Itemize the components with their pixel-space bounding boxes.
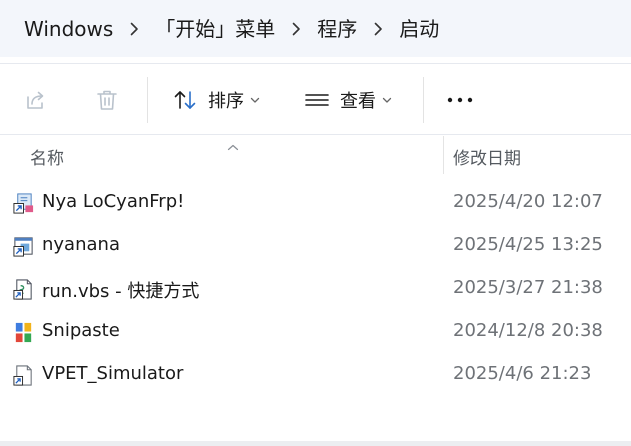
blank-shortcut-icon xyxy=(13,365,32,386)
script-shortcut-icon xyxy=(13,279,32,300)
more-options-button[interactable] xyxy=(446,86,474,114)
file-date-modified: 2025/4/25 13:25 xyxy=(453,234,603,255)
list-item[interactable]: run.vbs - 快捷方式 2025/3/27 21:38 xyxy=(0,268,631,311)
file-name: run.vbs - 快捷方式 xyxy=(42,281,200,302)
trash-icon xyxy=(97,90,117,110)
toolbar-divider xyxy=(423,77,424,123)
command-bar: 排序 查看 xyxy=(0,63,631,135)
toolbar-divider xyxy=(147,77,148,123)
horizontal-scrollbar-track[interactable] xyxy=(0,441,631,446)
chevron-right-icon[interactable] xyxy=(113,17,155,41)
list-item[interactable]: Nya LoCyanFrp! 2025/4/20 12:07 xyxy=(0,182,631,225)
list-view-icon xyxy=(305,94,329,106)
sort-button[interactable]: 排序 xyxy=(172,86,260,114)
chevron-right-icon[interactable] xyxy=(357,17,399,41)
chevron-right-icon[interactable] xyxy=(275,17,317,41)
sort-ascending-caret-icon xyxy=(227,136,239,155)
column-header-date-modified[interactable]: 修改日期 xyxy=(453,144,521,169)
file-date-modified: 2025/3/27 21:38 xyxy=(453,277,603,298)
breadcrumb-item-start-menu[interactable]: 「开始」菜单 xyxy=(155,17,275,41)
chevron-down-icon xyxy=(250,97,260,104)
list-item[interactable]: Snipaste 2024/12/8 20:38 xyxy=(0,311,631,354)
breadcrumb-item-windows[interactable]: Windows xyxy=(24,17,113,41)
file-date-modified: 2025/4/20 12:07 xyxy=(453,191,603,212)
file-explorer-window: Windows 「开始」菜单 程序 启动 排序 查看 名称 修改日期 Nya L… xyxy=(0,0,631,446)
file-list: Nya LoCyanFrp! 2025/4/20 12:07 nyanana 2… xyxy=(0,182,631,397)
breadcrumb[interactable]: Windows 「开始」菜单 程序 启动 xyxy=(0,0,631,57)
view-button-label: 查看 xyxy=(340,91,376,112)
sort-button-label: 排序 xyxy=(208,91,244,112)
file-name: Nya LoCyanFrp! xyxy=(42,191,185,212)
file-name: nyanana xyxy=(42,234,120,255)
breadcrumb-item-programs[interactable]: 程序 xyxy=(317,17,357,41)
more-horizontal-icon xyxy=(447,97,473,103)
column-header-name[interactable]: 名称 xyxy=(30,144,64,169)
delete-button[interactable] xyxy=(93,86,121,114)
file-name: VPET_Simulator xyxy=(42,363,184,384)
share-button[interactable] xyxy=(21,86,49,114)
column-resize-handle[interactable] xyxy=(443,136,444,174)
app-shortcut-icon xyxy=(13,193,34,214)
column-header: 名称 修改日期 xyxy=(0,136,631,176)
snipaste-icon xyxy=(15,322,32,343)
share-icon xyxy=(27,91,44,109)
list-item[interactable]: VPET_Simulator 2025/4/6 21:23 xyxy=(0,354,631,397)
breadcrumb-item-startup[interactable]: 启动 xyxy=(399,17,439,41)
file-name: Snipaste xyxy=(42,320,120,341)
file-date-modified: 2025/4/6 21:23 xyxy=(453,363,592,384)
chevron-down-icon xyxy=(382,97,392,104)
view-button[interactable]: 查看 xyxy=(304,86,392,114)
sort-arrows-icon xyxy=(174,91,196,109)
list-item[interactable]: nyanana 2025/4/25 13:25 xyxy=(0,225,631,268)
app-shortcut-icon xyxy=(13,237,33,257)
file-date-modified: 2024/12/8 20:38 xyxy=(453,320,603,341)
